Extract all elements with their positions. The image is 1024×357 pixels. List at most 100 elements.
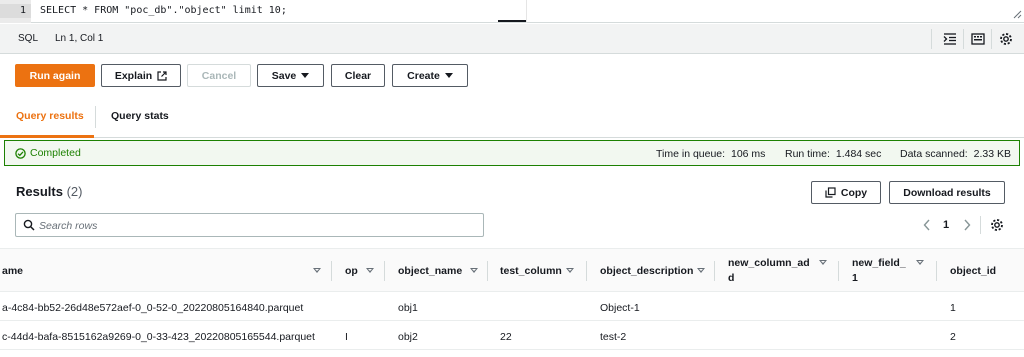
column-label: object_id — [950, 264, 997, 277]
search-placeholder: Search rows — [39, 220, 98, 232]
statusbar-divider — [963, 29, 964, 49]
chevron-down-icon — [444, 73, 453, 78]
sort-icon[interactable] — [470, 268, 478, 273]
column-header-name[interactable]: ame — [2, 249, 322, 293]
keyboard-icon[interactable] — [967, 28, 989, 50]
copy-button[interactable]: Copy — [811, 181, 881, 204]
column-label: op — [345, 264, 358, 277]
sort-icon[interactable] — [366, 268, 374, 273]
create-label: Create — [407, 69, 440, 82]
column-label: new_field_ 1 — [852, 257, 906, 284]
settings-icon[interactable] — [995, 28, 1017, 50]
column-header-object-description[interactable]: object_description — [600, 249, 710, 293]
check-circle-icon — [15, 147, 26, 159]
status-text: Completed — [30, 147, 81, 159]
tab-query-stats[interactable]: Query stats — [111, 110, 169, 122]
sort-icon[interactable] — [566, 268, 574, 273]
query-text[interactable]: SELECT * FROM "poc_db"."object" limit 10… — [40, 4, 287, 18]
format-icon[interactable] — [939, 28, 961, 50]
external-link-icon — [157, 70, 167, 81]
run-time-value: 1.484 sec — [835, 148, 882, 160]
cell-object-description: test-2 — [600, 331, 627, 343]
query-status-banner: Completed Time in queue: 106 ms Run time… — [4, 140, 1020, 166]
column-divider — [487, 261, 488, 281]
run-again-label: Run again — [29, 69, 81, 82]
chevron-right-icon[interactable] — [963, 219, 971, 231]
column-header-new-field-1[interactable]: new_field_ 1 — [852, 249, 922, 293]
data-scanned-value: 2.33 KB — [973, 148, 1012, 160]
current-page[interactable]: 1 — [943, 219, 949, 231]
sort-icon[interactable] — [819, 260, 827, 265]
cell-object-name: obj2 — [398, 331, 418, 343]
cell-name: a-4c84-bb52-26d48e572aef-0_0-52-0_202208… — [2, 302, 304, 314]
copy-label: Copy — [840, 186, 868, 199]
sort-icon[interactable] — [313, 268, 321, 273]
cell-object-id: 2 — [950, 331, 956, 343]
column-label: test_column — [500, 264, 562, 277]
cancel-button[interactable]: Cancel — [187, 64, 251, 87]
chevron-left-icon[interactable] — [923, 219, 931, 231]
data-scanned: Data scanned: 2.33 KB — [900, 148, 1011, 160]
column-header-object-id[interactable]: object_id — [950, 249, 1020, 293]
search-rows-input[interactable]: Search rows — [15, 213, 484, 237]
run-again-button[interactable]: Run again — [15, 64, 95, 87]
save-button[interactable]: Save — [257, 64, 324, 87]
column-header-new-column-add[interactable]: new_column_ad d — [728, 249, 818, 293]
cell-object-name: obj1 — [398, 302, 418, 314]
column-divider — [936, 261, 937, 281]
run-time-label: Run time: — [785, 148, 830, 160]
active-tab-indicator — [0, 135, 94, 138]
chevron-down-icon — [301, 73, 310, 78]
clear-button[interactable]: Clear — [331, 64, 385, 87]
explain-label: Explain — [114, 69, 153, 82]
column-divider — [331, 261, 332, 281]
cursor-underline — [498, 20, 526, 22]
statusbar-divider — [991, 29, 992, 49]
column-label: object_description — [600, 264, 694, 277]
tab-query-results[interactable]: Query results — [16, 110, 84, 122]
cell-test-column: 22 — [500, 331, 512, 343]
results-table-header: ame op object_name test_column object_de… — [0, 248, 1024, 292]
sort-icon[interactable] — [916, 260, 924, 265]
copy-icon — [825, 187, 836, 198]
table-settings-icon[interactable] — [990, 218, 1004, 232]
statusbar-divider — [931, 29, 932, 49]
time-in-queue: Time in queue: 106 ms — [656, 148, 765, 160]
sql-editor[interactable]: 1 SELECT * FROM "poc_db"."object" limit … — [0, 0, 1024, 23]
data-scanned-label: Data scanned: — [900, 148, 968, 160]
cancel-label: Cancel — [201, 69, 237, 82]
save-label: Save — [271, 69, 297, 82]
editor-status-bar: SQL Ln 1, Col 1 — [0, 24, 1024, 54]
results-heading: Results (2) — [16, 184, 82, 199]
results-title: Results — [16, 184, 63, 199]
cell-object-id: 1 — [950, 302, 956, 314]
column-label: ame — [2, 264, 24, 277]
explain-button[interactable]: Explain — [101, 64, 181, 87]
cell-name: c-44d4-bafa-8515162a9269-0_0-33-423_2022… — [2, 331, 315, 343]
column-divider — [714, 261, 715, 281]
column-divider — [384, 261, 385, 281]
search-icon — [23, 219, 35, 231]
column-divider — [838, 261, 839, 281]
clear-label: Clear — [344, 69, 372, 82]
queue-label: Time in queue: — [656, 148, 726, 160]
download-results-button[interactable]: Download results — [889, 181, 1005, 204]
editor-gutter: 1 — [0, 0, 31, 23]
create-button[interactable]: Create — [392, 64, 468, 87]
column-divider — [586, 261, 587, 281]
download-results-label: Download results — [903, 186, 991, 199]
column-label: new_column_ad d — [728, 257, 810, 284]
sort-icon[interactable] — [697, 268, 705, 273]
queue-value: 106 ms — [731, 148, 766, 160]
run-time: Run time: 1.484 sec — [785, 148, 881, 160]
status-indicator: Completed — [15, 147, 81, 159]
line-number: 1 — [0, 4, 31, 18]
editor-divider — [526, 0, 527, 23]
table-row: c-44d4-bafa-8515162a9269-0_0-33-423_2022… — [0, 322, 1024, 350]
column-header-object-name[interactable]: object_name — [398, 249, 478, 293]
pager-divider — [980, 216, 981, 234]
results-count: (2) — [66, 184, 83, 199]
resize-grip-icon[interactable] — [1013, 10, 1022, 19]
results-tabs: Query results Query stats — [0, 98, 1024, 138]
cursor-position: Ln 1, Col 1 — [55, 33, 104, 44]
